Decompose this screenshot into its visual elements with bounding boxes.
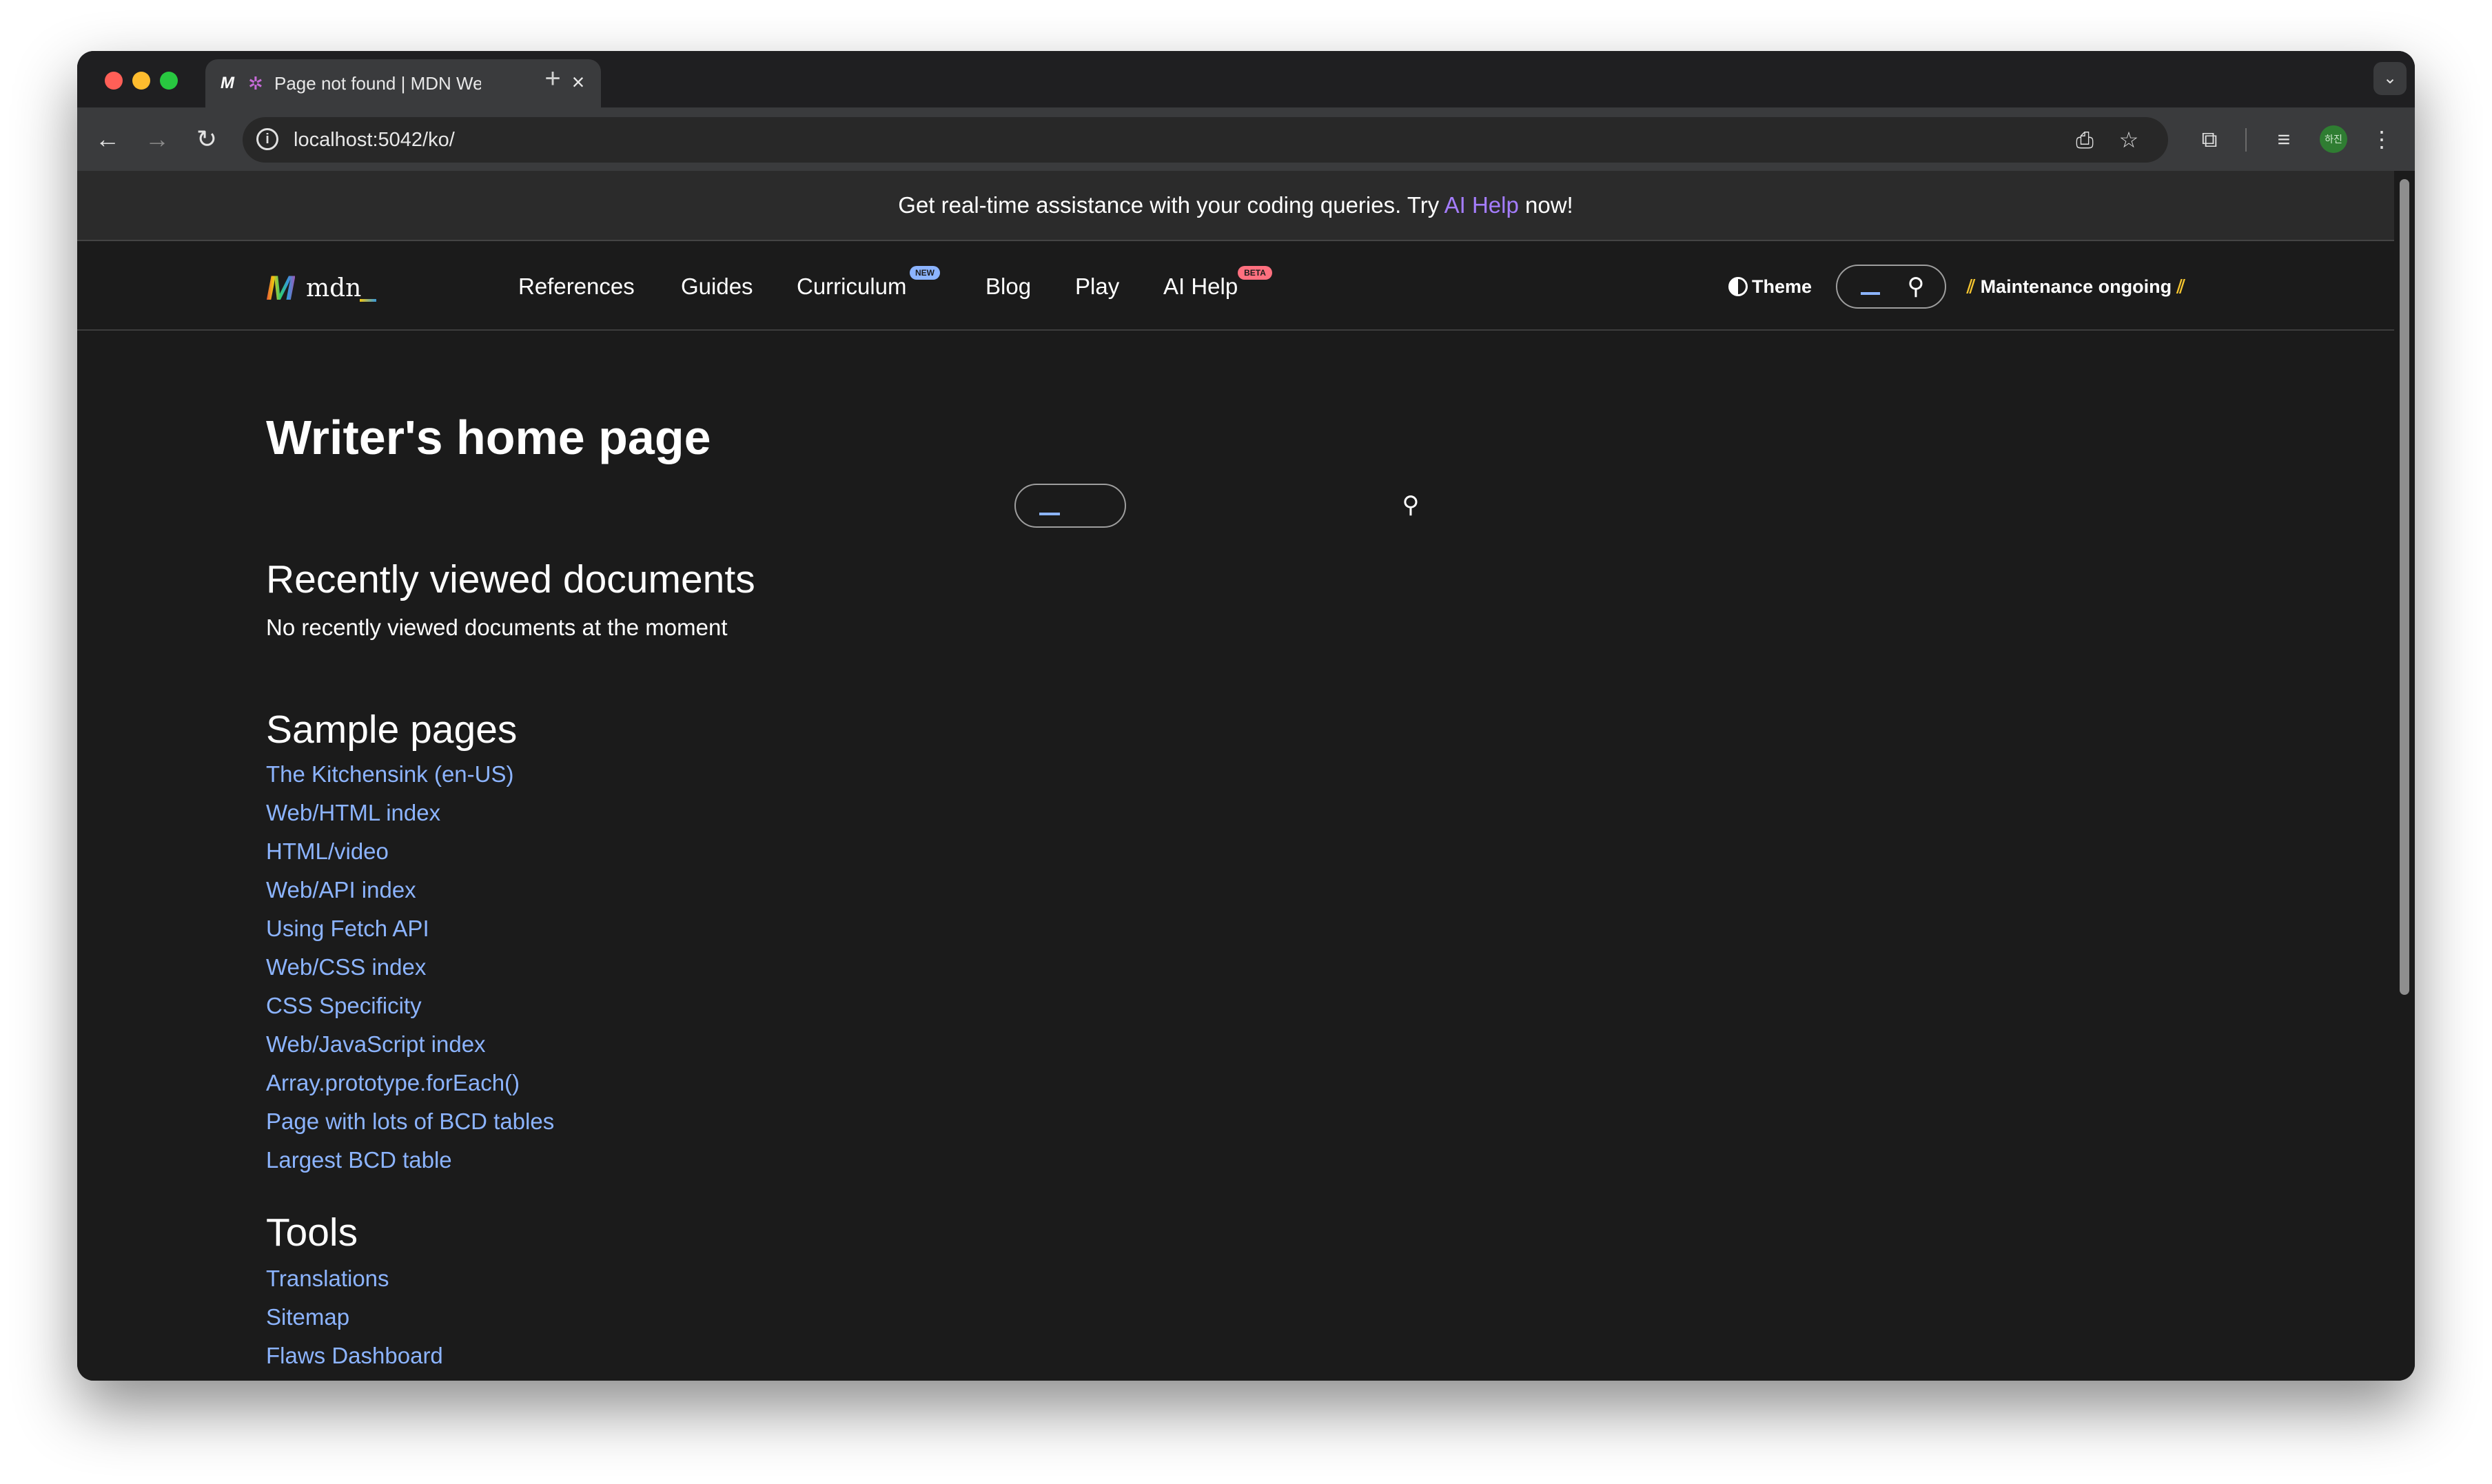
tools-heading: Tools [266,1210,358,1255]
new-badge: NEW [910,266,940,280]
reload-button[interactable]: ↻ [187,120,226,158]
close-window-button[interactable] [105,72,123,90]
forward-button[interactable]: → [138,120,176,158]
page-viewport: Get real-time assistance with your codin… [77,171,2394,1381]
mdn-logo-mark-icon: M [266,269,295,307]
sample-link[interactable]: Page with lots of BCD tables [266,1105,1369,1138]
half-circle-icon [1728,277,1748,296]
logo-text: mdn [306,274,362,302]
tab-strip: M ✲ Page not found | MDN Web Docs × + ⌄ [77,51,2415,107]
nav-ai-help[interactable]: AI Help [1163,271,1238,302]
extension-badge-icon: ✲ [248,73,263,94]
sample-link[interactable]: Web/CSS index [266,951,1369,984]
recent-empty-text: No recently viewed documents at the mome… [266,615,728,640]
toolbar-divider [2245,128,2247,152]
banner-ai-help-link[interactable]: AI Help [1444,192,1519,218]
search-caret [1861,292,1880,295]
tab-title: Page not found | MDN Web Docs [274,73,481,94]
main-search-input[interactable] [1014,484,1126,528]
minimize-window-button[interactable] [132,72,150,90]
address-bar[interactable]: i localhost:5042/ko/ ⎙ ☆ [243,117,2168,163]
logo-underscore [360,299,376,302]
star-icon[interactable]: ☆ [2114,125,2143,154]
page-title: Writer's home page [266,411,711,464]
maintenance-label: Maintenance ongoing [1980,276,2172,297]
sample-link[interactable]: Web/API index [266,874,1369,907]
search-caret [1039,513,1060,515]
new-tab-button[interactable]: + [538,63,568,94]
nav-guides[interactable]: Guides [681,271,753,302]
browser-toolbar: ← → ↻ i localhost:5042/ko/ ⎙ ☆ ⧉ ≡ 하진 ⋮ [77,107,2415,171]
sample-link[interactable]: Web/JavaScript index [266,1028,1369,1061]
browser-window: M ✲ Page not found | MDN Web Docs × + ⌄ … [77,51,2415,1381]
close-tab-icon[interactable]: × [568,71,589,93]
tools-link[interactable]: Sitemap [266,1301,1369,1334]
sample-link[interactable]: The Kitchensink (en-US) [266,758,1369,791]
theme-label: Theme [1752,276,1812,297]
ai-help-banner: Get real-time assistance with your codin… [77,171,2394,241]
back-button[interactable]: ← [88,120,127,158]
mdn-favicon-icon: M [221,74,234,92]
puzzle-icon[interactable]: ⧉ [2192,121,2227,157]
sample-link[interactable]: Array.prototype.forEach() [266,1066,1369,1100]
info-icon[interactable]: i [256,128,278,150]
sample-link[interactable]: Web/HTML index [266,796,1369,829]
header-search-input[interactable]: ⚲ [1836,265,1946,309]
beta-badge: BETA [1238,266,1272,280]
nav-blog[interactable]: Blog [985,271,1031,302]
scrollbar-thumb[interactable] [2400,179,2409,995]
sample-link[interactable]: Largest BCD table [266,1144,1369,1177]
sample-heading: Sample pages [266,708,518,752]
tools-link[interactable]: Flaws Dashboard [266,1339,1369,1372]
maintenance-notice[interactable]: ⫽ Maintenance ongoing ⫽ [1967,271,2229,302]
banner-text-suffix: now! [1518,192,1573,218]
tab-search-button[interactable]: ⌄ [2373,62,2407,95]
search-icon[interactable]: ⚲ [1396,491,1425,519]
caution-stripes-icon: ⫽ [1967,276,1976,297]
recent-heading: Recently viewed documents [266,557,755,601]
search-icon[interactable]: ⚲ [1902,273,1930,300]
main-content: Writer's home page ⚲ Recently viewed doc… [266,331,2265,1381]
sample-link[interactable]: HTML/video [266,835,1369,868]
url-text[interactable]: localhost:5042/ko/ [294,127,707,153]
mdn-logo[interactable]: M mdn [266,270,390,306]
media-queue-icon[interactable]: ≡ [2266,121,2302,157]
caution-stripes-icon: ⫽ [2176,276,2185,297]
sample-link[interactable]: CSS Specificity [266,989,1369,1022]
profile-avatar[interactable]: 하진 [2320,125,2347,153]
site-header: M mdn References Guides Curriculum NEW B… [77,241,2394,331]
kebab-menu-icon[interactable]: ⋮ [2364,121,2400,157]
banner-text-prefix: Get real-time assistance with your codin… [898,192,1444,218]
theme-button[interactable]: Theme [1728,273,1822,300]
nav-play[interactable]: Play [1075,271,1119,302]
nav-references[interactable]: References [518,271,635,302]
install-icon[interactable]: ⎙ [2070,125,2099,154]
nav-curriculum[interactable]: Curriculum [797,271,907,302]
zoom-window-button[interactable] [160,72,178,90]
tools-link[interactable]: Translations [266,1262,1369,1295]
sample-link[interactable]: Using Fetch API [266,912,1369,945]
